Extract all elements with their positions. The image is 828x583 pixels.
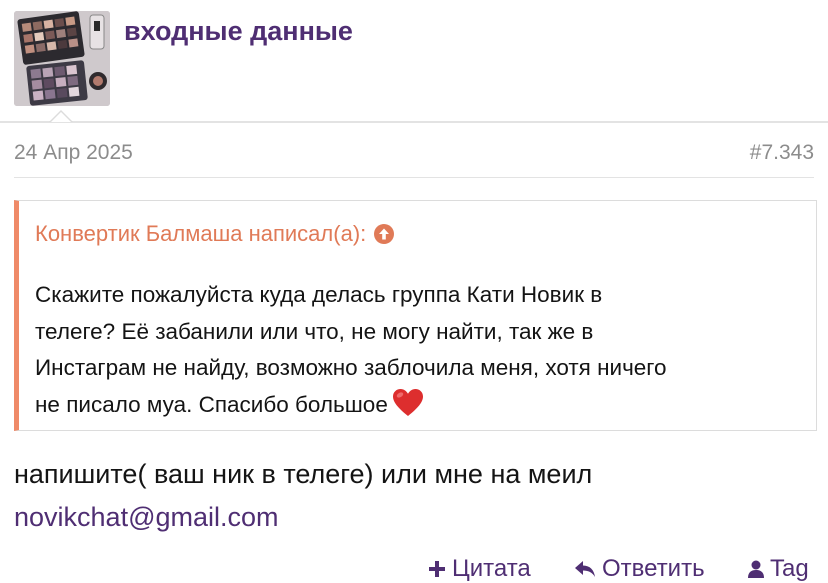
header-divider <box>0 121 828 123</box>
avatar[interactable] <box>14 11 110 106</box>
quote-block: Конвертик Балмаша написал(а): Скажите по… <box>14 200 817 431</box>
email-link[interactable]: novikchat@gmail.com <box>14 502 279 533</box>
quote-line: телеге? Её забанили или что, не могу най… <box>35 318 594 344</box>
meta-divider <box>14 177 814 178</box>
quote-button-label: Цитата <box>452 555 531 582</box>
quote-line-last: не писало муа. Спасибо большое <box>35 387 805 430</box>
plus-icon <box>429 561 445 577</box>
avatar-pointer-inner <box>51 112 71 122</box>
post-number[interactable]: #7.343 <box>750 141 814 165</box>
reply-button[interactable]: Ответить <box>574 555 705 583</box>
tag-button-label: Tag <box>770 555 809 582</box>
quote-text: Скажите пожалуйста куда делась группа Ка… <box>35 277 805 429</box>
quote-line: Скажите пожалуйста куда делась группа Ка… <box>35 282 603 307</box>
reply-text: напишите( ваш ник в телеге) или мне на м… <box>14 459 593 489</box>
tag-button[interactable]: Tag <box>748 555 809 583</box>
heart-emoji-icon <box>392 388 424 430</box>
post-date[interactable]: 24 Апр 2025 <box>14 141 133 165</box>
avatar-image <box>14 11 110 106</box>
quote-attribution[interactable]: Конвертик Балмаша написал(а): <box>35 221 395 247</box>
quote-line: не писало муа. Спасибо большое <box>35 391 388 417</box>
post-author[interactable]: входные данные <box>124 16 353 47</box>
arrow-up-circle-icon[interactable] <box>374 224 395 244</box>
quote-line: Инстаграм не найду, возможно заблочила м… <box>35 355 667 380</box>
reply-arrow-icon <box>575 561 595 577</box>
reply-button-label: Ответить <box>602 555 705 582</box>
user-icon <box>748 560 764 578</box>
quote-attribution-label: Конвертик Балмаша написал(а): <box>35 221 367 246</box>
quote-button[interactable]: Цитата <box>428 555 531 583</box>
